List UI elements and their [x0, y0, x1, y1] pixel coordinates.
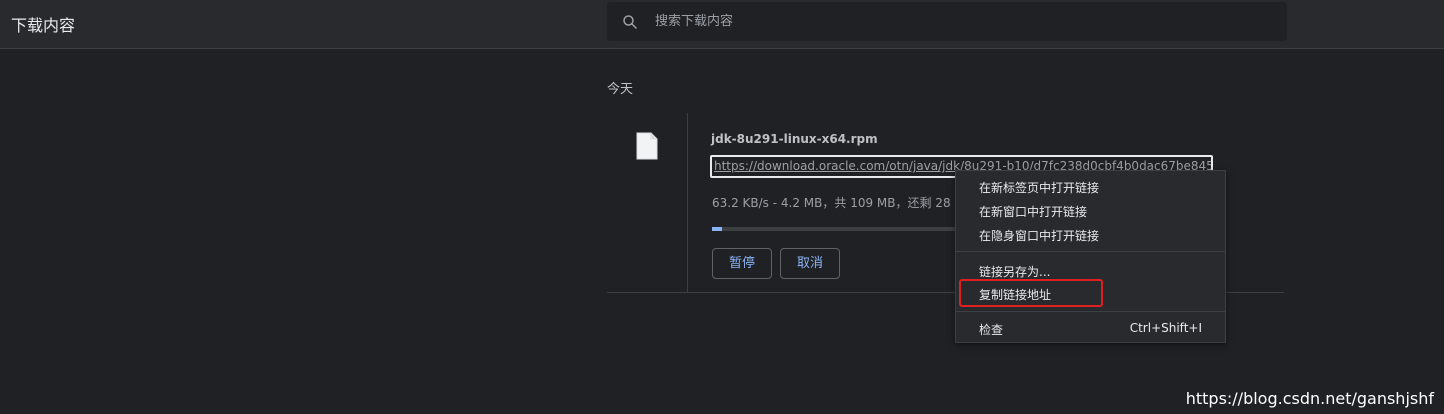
file-icon: [636, 132, 658, 160]
menu-item-label: 检查: [979, 323, 1004, 337]
menu-item-label: 在隐身窗口中打开链接: [979, 229, 1100, 243]
date-heading: 今天: [607, 82, 634, 97]
menu-item-label: 在新窗口中打开链接: [979, 205, 1088, 219]
search-box[interactable]: [607, 2, 1287, 41]
cancel-button[interactable]: 取消: [780, 248, 840, 279]
menu-item-save-link-as[interactable]: 链接另存为...: [956, 259, 1225, 283]
top-bar: 下载内容: [0, 0, 1444, 49]
pause-button[interactable]: 暂停: [712, 248, 772, 279]
watermark: https://blog.csdn.net/ganshjshf: [1185, 389, 1434, 408]
search-icon: [623, 15, 637, 29]
menu-separator: [956, 251, 1225, 252]
context-menu: 在新标签页中打开链接 在新窗口中打开链接 在隐身窗口中打开链接 链接另存为...…: [955, 170, 1226, 343]
menu-item-label: 在新标签页中打开链接: [979, 181, 1100, 195]
page-title: 下载内容: [11, 16, 76, 35]
menu-item-label: 复制链接地址: [979, 288, 1052, 302]
card-divider: [687, 113, 688, 293]
download-status: 63.2 KB/s - 4.2 MB，共 109 MB，还剩 28: [712, 196, 951, 210]
menu-item-inspect[interactable]: 检查 Ctrl+Shift+I: [956, 317, 1225, 341]
menu-item-open-new-tab[interactable]: 在新标签页中打开链接: [956, 175, 1225, 199]
progress-fill: [712, 227, 722, 231]
menu-separator: [956, 311, 1225, 312]
menu-item-copy-link-address[interactable]: 复制链接地址: [956, 282, 1225, 306]
menu-item-shortcut: Ctrl+Shift+I: [1129, 321, 1202, 335]
file-name[interactable]: jdk-8u291-linux-x64.rpm: [711, 132, 878, 146]
menu-item-open-new-window[interactable]: 在新窗口中打开链接: [956, 199, 1225, 223]
progress-bar: [712, 227, 957, 231]
search-input[interactable]: [653, 2, 1273, 41]
menu-item-label: 链接另存为...: [979, 265, 1051, 279]
menu-item-open-incognito[interactable]: 在隐身窗口中打开链接: [956, 223, 1225, 247]
